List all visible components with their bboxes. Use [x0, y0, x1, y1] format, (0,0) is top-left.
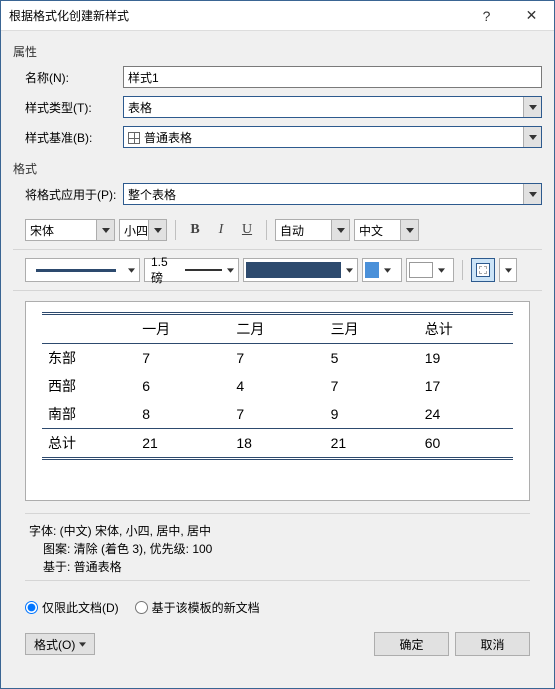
table-header-cell: 一月: [136, 314, 230, 344]
chevron-down-icon: [125, 267, 137, 274]
separator: [462, 260, 463, 280]
fontcolor-dropdown[interactable]: 自动: [275, 219, 350, 241]
name-label: 名称(N):: [13, 69, 123, 86]
table-header-cell: 三月: [325, 314, 419, 344]
bold-button[interactable]: B: [184, 219, 206, 241]
style-description: 字体: (中文) 宋体, 小四, 居中, 居中 图案: 清除 (着色 3), 优…: [25, 513, 530, 581]
separator: [266, 220, 267, 240]
table-header-row: 一月 二月 三月 总计: [42, 314, 513, 344]
chevron-down-icon: [148, 220, 166, 240]
chevron-down-icon: [523, 184, 541, 204]
no-color-icon: [409, 262, 433, 278]
apply-border-menu[interactable]: [499, 258, 517, 282]
desc-line: 图案: 清除 (着色 3), 优先级: 100: [29, 540, 526, 558]
chevron-down-icon: [224, 267, 236, 274]
section-properties: 属性: [13, 43, 542, 60]
radio-doc-only[interactable]: 仅限此文档(D): [25, 599, 119, 616]
font-toolbar: 宋体 小四 B I U 自动 中文: [13, 219, 542, 241]
dialog-content: 属性 名称(N): 样式类型(T): 表格 样式基准(B): 普通表格: [1, 31, 554, 688]
preview-pane: 一月 二月 三月 总计 东部77519 西部64717 南部87924 总计21…: [25, 301, 530, 501]
border-icon: [476, 263, 490, 277]
table-header-cell: 二月: [230, 314, 324, 344]
fontsize-dropdown[interactable]: 小四: [119, 219, 167, 241]
desc-line: 字体: (中文) 宋体, 小四, 居中, 居中: [29, 522, 526, 540]
cancel-button[interactable]: 取消: [455, 632, 530, 656]
format-menu-button[interactable]: 格式(O): [25, 633, 95, 655]
close-button[interactable]: ✕: [509, 1, 554, 31]
type-label: 样式类型(T):: [13, 99, 123, 116]
apply-to-label: 将格式应用于(P):: [13, 186, 123, 203]
table-header-cell: 总计: [419, 314, 513, 344]
line-style-dropdown[interactable]: [25, 258, 140, 282]
help-button[interactable]: ?: [464, 1, 509, 31]
border-toolbar: 1.5 磅: [13, 249, 542, 291]
sample-table: 一月 二月 三月 总计 东部77519 西部64717 南部87924 总计21…: [42, 312, 513, 460]
line-sample-icon: [36, 269, 116, 272]
chevron-down-icon: [523, 127, 541, 147]
lang-dropdown[interactable]: 中文: [354, 219, 419, 241]
based-on-dropdown[interactable]: 普通表格: [123, 126, 542, 148]
chevron-down-icon: [400, 220, 418, 240]
chevron-down-icon: [331, 220, 349, 240]
table-row: 南部87924: [42, 400, 513, 429]
table-row: 东部77519: [42, 344, 513, 373]
apply-to-dropdown[interactable]: 整个表格: [123, 183, 542, 205]
line-weight-dropdown[interactable]: 1.5 磅: [144, 258, 239, 282]
no-fill-dropdown[interactable]: [406, 258, 454, 282]
font-dropdown[interactable]: 宋体: [25, 219, 115, 241]
radio-template[interactable]: 基于该模板的新文档: [135, 599, 260, 616]
chevron-down-icon: [435, 267, 447, 274]
dialog-create-style-from-formatting: 根据格式化创建新样式 ? ✕ 属性 名称(N): 样式类型(T): 表格 样式基…: [0, 0, 555, 689]
underline-button[interactable]: U: [236, 219, 258, 241]
color-swatch-icon: [246, 262, 341, 278]
table-header-cell: [42, 314, 136, 344]
chevron-down-icon: [502, 267, 514, 274]
table-icon: [128, 132, 140, 144]
section-format: 格式: [13, 160, 542, 177]
chevron-down-icon: [523, 97, 541, 117]
fill-color-dropdown[interactable]: [362, 258, 402, 282]
based-on-label: 样式基准(B):: [13, 129, 123, 146]
weight-sample-icon: [185, 269, 222, 271]
chevron-down-icon: [79, 641, 86, 648]
table-total-row: 总计21182160: [42, 429, 513, 459]
italic-button[interactable]: I: [210, 219, 232, 241]
scope-radios: 仅限此文档(D) 基于该模板的新文档: [25, 599, 530, 616]
table-row: 西部64717: [42, 372, 513, 400]
apply-border-button[interactable]: [471, 258, 495, 282]
chevron-down-icon: [96, 220, 114, 240]
desc-line: 基于: 普通表格: [29, 558, 526, 576]
ok-button[interactable]: 确定: [374, 632, 449, 656]
close-icon: ✕: [526, 7, 538, 24]
border-color-dropdown[interactable]: [243, 258, 358, 282]
style-type-dropdown[interactable]: 表格: [123, 96, 542, 118]
dialog-footer: 格式(O) 确定 取消: [13, 626, 542, 666]
chevron-down-icon: [343, 267, 355, 274]
separator: [175, 220, 176, 240]
chevron-down-icon: [381, 267, 393, 274]
name-input[interactable]: [123, 66, 542, 88]
fill-swatch-icon: [365, 262, 379, 278]
dialog-title: 根据格式化创建新样式: [9, 7, 464, 24]
titlebar: 根据格式化创建新样式 ? ✕: [1, 1, 554, 31]
